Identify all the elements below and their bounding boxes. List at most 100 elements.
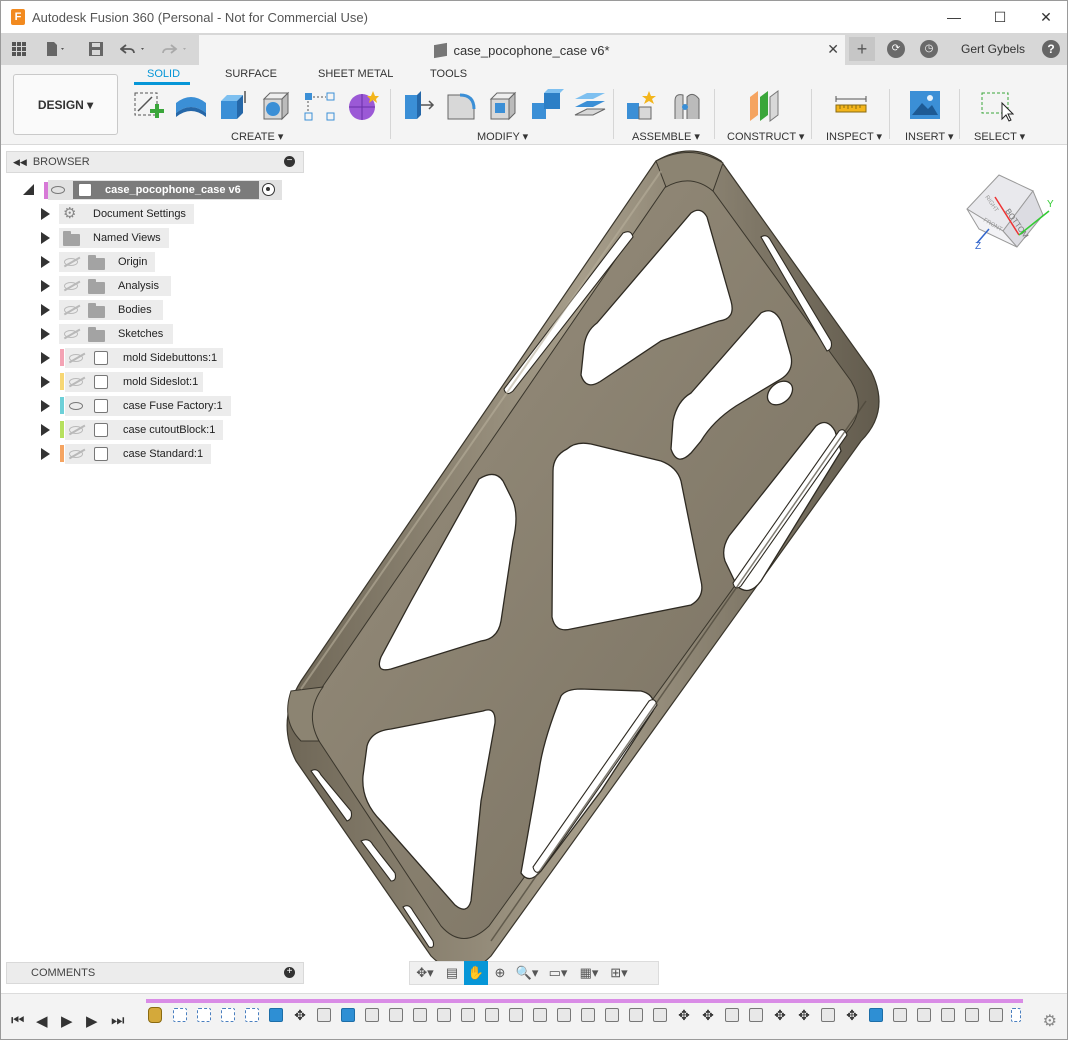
timeline-move-icon[interactable]: ✥ (845, 1008, 859, 1022)
expand-arrow-icon[interactable] (41, 256, 50, 268)
timeline-fillet-icon[interactable] (413, 1008, 427, 1022)
data-panel-grid-icon[interactable] (7, 33, 31, 65)
tree-item-sketches[interactable]: Sketches (118, 328, 163, 340)
timeline-move-icon[interactable]: ✥ (701, 1008, 715, 1022)
timeline-shell-icon[interactable] (965, 1008, 979, 1022)
timeline-sketch-icon[interactable] (245, 1008, 259, 1022)
collapse-panel-icon[interactable]: ◀◀ (13, 157, 27, 168)
timeline-fillet-icon[interactable] (629, 1008, 643, 1022)
tree-item-case-cutoutblock[interactable]: case cutoutBlock:1 (123, 424, 215, 436)
tree-item-bodies[interactable]: Bodies (118, 304, 152, 316)
hidden-eye-icon[interactable] (64, 330, 78, 338)
timeline-extrude-icon[interactable] (269, 1008, 283, 1022)
hidden-eye-icon[interactable] (64, 258, 78, 266)
3d-viewport[interactable]: BOTTOM RIGHT FRONT Y Z (1, 145, 1067, 991)
expand-arrow-icon[interactable] (41, 208, 50, 220)
tree-item-mold-sideslot[interactable]: mold Sideslot:1 (123, 376, 198, 388)
timeline-shell-icon[interactable] (821, 1008, 835, 1022)
view-cube[interactable]: BOTTOM RIGHT FRONT Y Z (959, 171, 1059, 251)
extrude-icon[interactable] (217, 89, 251, 123)
create-menu[interactable]: CREATE ▾ (231, 130, 283, 143)
timeline-fillet-icon[interactable] (485, 1008, 499, 1022)
insert-canvas-icon[interactable] (908, 89, 942, 123)
timeline-first-icon[interactable]: ⏮ (11, 1012, 25, 1029)
browser-minimize-icon[interactable]: − (284, 156, 295, 167)
help-icon[interactable]: ? (1042, 40, 1060, 58)
timeline-move-icon[interactable]: ✥ (773, 1008, 787, 1022)
timeline-shell-icon[interactable] (989, 1008, 1003, 1022)
visibility-eye-icon[interactable] (51, 186, 65, 194)
timeline-move-icon[interactable]: ✥ (293, 1008, 307, 1022)
timeline-last-icon[interactable]: ⏭ (111, 1012, 125, 1029)
rectangular-pattern-icon[interactable] (303, 89, 337, 123)
fillet-icon[interactable] (444, 89, 478, 123)
timeline-move-icon[interactable]: ✥ (677, 1008, 691, 1022)
expand-arrow-icon[interactable] (41, 424, 50, 436)
window-select-icon[interactable] (980, 89, 1014, 123)
new-tab-button[interactable]: + (849, 37, 875, 61)
user-account-name[interactable]: Gert Gybels (961, 42, 1025, 56)
timeline-shell-icon[interactable] (461, 1008, 475, 1022)
timeline-sketch-icon[interactable] (173, 1008, 187, 1022)
minimize-button[interactable]: — (931, 1, 977, 33)
viewports-icon[interactable]: ⊞▾ (604, 961, 634, 985)
tree-item-case-standard[interactable]: case Standard:1 (123, 448, 203, 460)
pan-hand-icon[interactable]: ✋ (464, 961, 488, 985)
orbit-icon[interactable]: ✥▾ (410, 961, 440, 985)
undo-icon[interactable] (117, 33, 151, 65)
expand-arrow-icon[interactable] (41, 400, 50, 412)
timeline-shell-icon[interactable] (893, 1008, 907, 1022)
create-form-icon[interactable] (174, 89, 208, 123)
timeline-track[interactable] (146, 999, 1023, 1003)
timeline-history-icon[interactable] (148, 1007, 162, 1023)
add-comment-icon[interactable]: + (284, 967, 295, 978)
tab-sheet-metal[interactable]: SHEET METAL (318, 68, 393, 80)
expand-arrow-icon[interactable] (41, 376, 50, 388)
timeline-shell-icon[interactable] (365, 1008, 379, 1022)
job-status-clock-icon[interactable]: ◷ (920, 40, 938, 58)
timeline-extrude-icon[interactable] (341, 1008, 355, 1022)
hidden-eye-icon[interactable] (64, 282, 78, 290)
tab-surface[interactable]: SURFACE (225, 68, 277, 80)
hidden-eye-icon[interactable] (69, 426, 83, 434)
offset-plane-icon[interactable] (746, 89, 780, 123)
offset-faces-icon[interactable] (573, 89, 607, 123)
tab-tools[interactable]: TOOLS (430, 68, 467, 80)
expand-root-icon[interactable] (23, 184, 34, 195)
display-settings-icon[interactable]: ▭▾ (542, 961, 574, 985)
expand-arrow-icon[interactable] (41, 304, 50, 316)
timeline-sketch-icon[interactable] (197, 1008, 211, 1022)
grid-settings-icon[interactable]: ▦▾ (574, 961, 604, 985)
tree-item-case-fuse-factory[interactable]: case Fuse Factory:1 (123, 400, 223, 412)
zoom-fit-icon[interactable]: 🔍▾ (512, 961, 542, 985)
timeline-shell-icon[interactable] (725, 1008, 739, 1022)
timeline-fillet-icon[interactable] (605, 1008, 619, 1022)
browser-panel-header[interactable]: ◀◀ BROWSER − (6, 151, 304, 173)
insert-menu[interactable]: INSERT ▾ (905, 130, 954, 143)
joint-icon[interactable] (669, 89, 703, 123)
timeline-chamfer-icon[interactable] (653, 1008, 667, 1022)
create-sketch-icon[interactable] (132, 89, 166, 123)
maximize-button[interactable]: ☐ (977, 1, 1023, 33)
tab-solid[interactable]: SOLID (147, 68, 180, 80)
construct-menu[interactable]: CONSTRUCT ▾ (727, 130, 804, 143)
tree-item-origin[interactable]: Origin (118, 256, 147, 268)
file-menu-icon[interactable] (41, 33, 71, 65)
extensions-icon[interactable]: ⟳ (887, 40, 905, 58)
save-icon[interactable] (85, 33, 107, 65)
timeline-chamfer-icon[interactable] (581, 1008, 595, 1022)
zoom-window-icon[interactable]: ⊕ (488, 961, 512, 985)
shell-icon[interactable] (487, 89, 521, 123)
timeline-sketch-icon[interactable] (1011, 1008, 1021, 1022)
combine-icon[interactable] (530, 89, 564, 123)
expand-arrow-icon[interactable] (41, 448, 50, 460)
timeline-shell-icon[interactable] (437, 1008, 451, 1022)
close-window-button[interactable]: ✕ (1023, 1, 1067, 33)
timeline-shell-icon[interactable] (389, 1008, 403, 1022)
modify-menu[interactable]: MODIFY ▾ (477, 130, 528, 143)
new-component-icon[interactable] (625, 89, 659, 123)
expand-arrow-icon[interactable] (41, 232, 50, 244)
look-at-icon[interactable]: ▤ (440, 961, 464, 985)
select-menu[interactable]: SELECT ▾ (974, 130, 1025, 143)
timeline-fillet-icon[interactable] (317, 1008, 331, 1022)
